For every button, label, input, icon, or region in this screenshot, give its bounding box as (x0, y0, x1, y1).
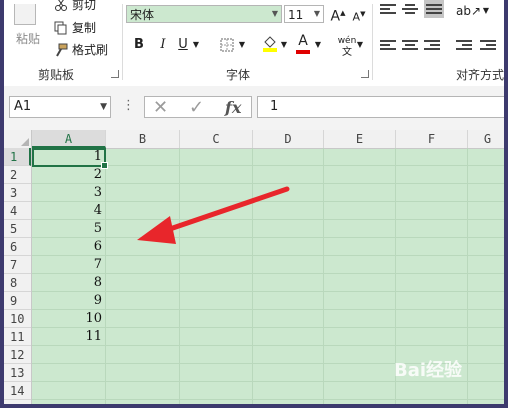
align-top-icon[interactable] (380, 2, 396, 16)
clipboard-group-label: 剪贴板 (38, 68, 75, 82)
shrink-font-button[interactable]: A▼ (351, 5, 367, 27)
copy-label: 复制 (72, 21, 97, 35)
clipboard-launcher-icon[interactable] (111, 70, 119, 78)
font-name-value: 宋体 (130, 8, 155, 22)
border-icon[interactable] (220, 38, 234, 52)
cancel-button[interactable]: ✕ (153, 97, 168, 119)
cut-label: 剪切 (72, 0, 97, 12)
font-color-icon: A (298, 33, 308, 49)
name-box[interactable]: A1 ▼ (9, 96, 111, 118)
grow-font-button[interactable]: A▲ (330, 4, 346, 26)
align-bottom-icon[interactable] (424, 0, 444, 18)
font-group-label: 字体 (226, 68, 251, 82)
ribbon: 粘贴 剪切 复制 格式刷 剪贴板 宋体 ▼ 11 ▼ A▲ A▼ B I U ▼ (4, 0, 504, 87)
ribbon-separator (372, 4, 373, 80)
grow-font-icon: A (330, 8, 341, 25)
worksheet-grid[interactable]: ABCDEFG 1 2 3 4 5 6 7 8 9 10 11 12 13 14 1 2 3 4 5 6 7 8 9 10 1… (4, 130, 504, 404)
chevron-down-icon[interactable]: ▼ (356, 36, 364, 54)
format-painter-label: 格式刷 (72, 43, 109, 57)
font-launcher-icon[interactable] (361, 70, 369, 78)
chevron-down-icon: ▼ (271, 9, 279, 18)
font-name-select[interactable]: 宋体 ▼ (126, 5, 282, 23)
fill-color-icon[interactable] (262, 34, 278, 52)
copy-icon (54, 21, 67, 34)
chevron-down-icon[interactable]: ▼ (238, 36, 246, 54)
scissors-icon (55, 0, 67, 11)
orientation-icon[interactable]: ab↗ (456, 2, 481, 20)
font-color-button[interactable]: A (296, 32, 310, 50)
font-size-select[interactable]: 11 ▼ (284, 5, 324, 23)
font-color-bar (296, 50, 310, 54)
more-options-icon[interactable]: ⋮ (122, 98, 135, 113)
increase-indent-icon[interactable] (480, 38, 496, 52)
bold-button[interactable]: B (132, 36, 146, 54)
name-box-value: A1 (14, 99, 32, 114)
align-right-icon[interactable] (424, 38, 440, 52)
formula-input[interactable]: 1 (257, 96, 504, 118)
shrink-font-icon: A (352, 10, 361, 24)
excel-window: 粘贴 剪切 复制 格式刷 剪贴板 宋体 ▼ 11 ▼ A▲ A▼ B I U ▼ (4, 0, 504, 404)
watermark: Bai经验 (394, 360, 463, 381)
chevron-down-icon[interactable]: ▼ (192, 36, 200, 54)
formula-buttons: ✕ ✓ fx (144, 96, 252, 118)
phonetic-icon: 文 (342, 47, 352, 58)
chevron-down-icon[interactable]: ▼ (280, 36, 288, 54)
copy-button[interactable]: 复制 (54, 19, 96, 36)
formula-bar: A1 ▼ ⋮ ✕ ✓ fx 1 (4, 86, 504, 130)
chevron-down-icon[interactable]: ▼ (482, 2, 490, 20)
format-painter-button[interactable]: 格式刷 (54, 41, 108, 58)
ribbon-separator (122, 4, 123, 80)
enter-button[interactable]: ✓ (189, 97, 204, 119)
chevron-down-icon[interactable]: ▼ (314, 36, 322, 54)
chevron-down-icon: ▼ (313, 9, 321, 18)
align-left-icon[interactable] (380, 38, 396, 52)
align-center-icon[interactable] (402, 38, 418, 52)
decrease-indent-icon[interactable] (456, 38, 472, 52)
cut-button[interactable]: 剪切 (54, 0, 96, 13)
font-size-value: 11 (288, 8, 304, 22)
paste-icon[interactable] (14, 4, 36, 25)
underline-button[interactable]: U (176, 36, 190, 54)
paste-button[interactable]: 粘贴 (16, 30, 40, 47)
brush-icon (56, 43, 68, 56)
insert-function-button[interactable]: fx (225, 97, 241, 119)
chevron-down-icon: ▼ (100, 102, 107, 112)
align-middle-icon[interactable] (402, 2, 418, 16)
italic-button[interactable]: I (156, 36, 170, 54)
alignment-group-label: 对齐方式 (456, 68, 504, 82)
